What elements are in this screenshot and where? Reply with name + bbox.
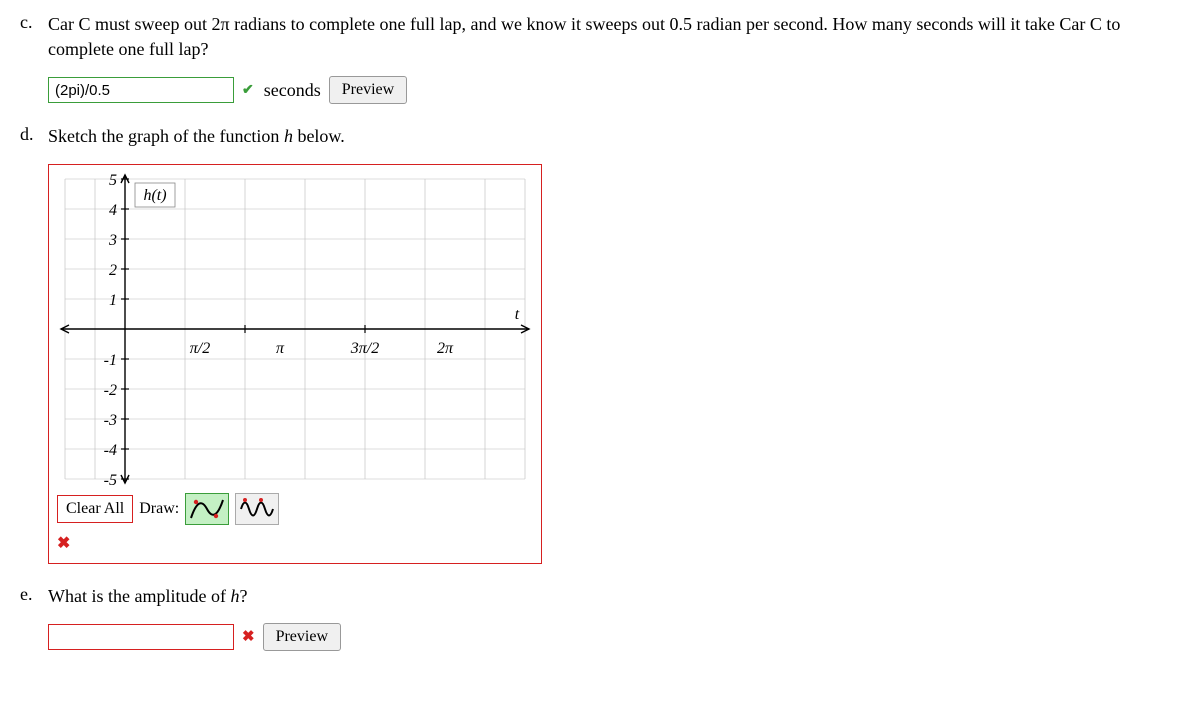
question-e-text-part2: ? [239,586,247,606]
svg-text:5: 5 [109,172,117,189]
question-c-answer-row: ✔ seconds Preview [48,76,1180,104]
svg-text:-4: -4 [104,442,117,459]
question-c-text: Car C must sweep out 2π radians to compl… [48,12,1180,62]
svg-text:4: 4 [109,202,117,219]
preview-c-button[interactable]: Preview [329,76,407,104]
x-icon: ✖ [57,533,533,553]
svg-text:2π: 2π [437,340,454,357]
graph-container: 5 4 3 2 1 -1 -2 -3 -4 -5 π/2 π 3π/2 2π [48,164,542,564]
question-d-text-part2: below. [293,126,345,146]
curve-tool-1-button[interactable] [185,493,229,525]
answer-c-input[interactable] [48,77,234,103]
unit-seconds: seconds [264,80,321,101]
preview-e-button[interactable]: Preview [263,623,341,651]
x-axis-label: t [515,306,520,323]
question-d-text: Sketch the graph of the function h below… [48,124,1180,149]
two-pi-symbol: 2π [212,14,230,34]
svg-text:3π/2: 3π/2 [350,340,379,357]
sine-half-icon [189,498,225,520]
answer-e-input[interactable] [48,624,234,650]
check-icon: ✔ [242,82,254,99]
question-e: e. What is the amplitude of h? ✖ Preview [20,584,1180,651]
question-c-text-part1: Car C must sweep out [48,14,212,34]
svg-text:π/2: π/2 [190,340,210,357]
svg-text:2: 2 [109,262,117,279]
svg-text:-2: -2 [104,382,117,399]
question-d-label: d. [20,124,38,145]
question-c-label: c. [20,12,38,33]
draw-label: Draw: [139,500,179,518]
graph-canvas[interactable]: 5 4 3 2 1 -1 -2 -3 -4 -5 π/2 π 3π/2 2π [55,169,535,489]
clear-all-button[interactable]: Clear All [57,495,133,523]
y-axis-label: h(t) [143,187,166,204]
svg-text:-5: -5 [104,472,117,489]
svg-text:1: 1 [109,292,117,309]
graph-svg: 5 4 3 2 1 -1 -2 -3 -4 -5 π/2 π 3π/2 2π [55,169,535,489]
function-h: h [284,126,293,146]
curve-tool-2-button[interactable] [235,493,279,525]
svg-text:-1: -1 [104,352,117,369]
sine-full-icon [239,498,275,520]
question-e-answer-row: ✖ Preview [48,623,1180,651]
svg-text:π: π [276,340,285,357]
question-e-text: What is the amplitude of h? [48,584,1180,609]
question-e-text-part1: What is the amplitude of [48,586,230,606]
svg-text:3: 3 [108,232,117,249]
x-icon: ✖ [242,627,255,646]
question-c: c. Car C must sweep out 2π radians to co… [20,12,1180,104]
question-e-label: e. [20,584,38,605]
question-d: d. Sketch the graph of the function h be… [20,124,1180,563]
question-d-text-part1: Sketch the graph of the function [48,126,284,146]
svg-text:-3: -3 [104,412,117,429]
graph-toolbar: Clear All Draw: [49,489,541,529]
